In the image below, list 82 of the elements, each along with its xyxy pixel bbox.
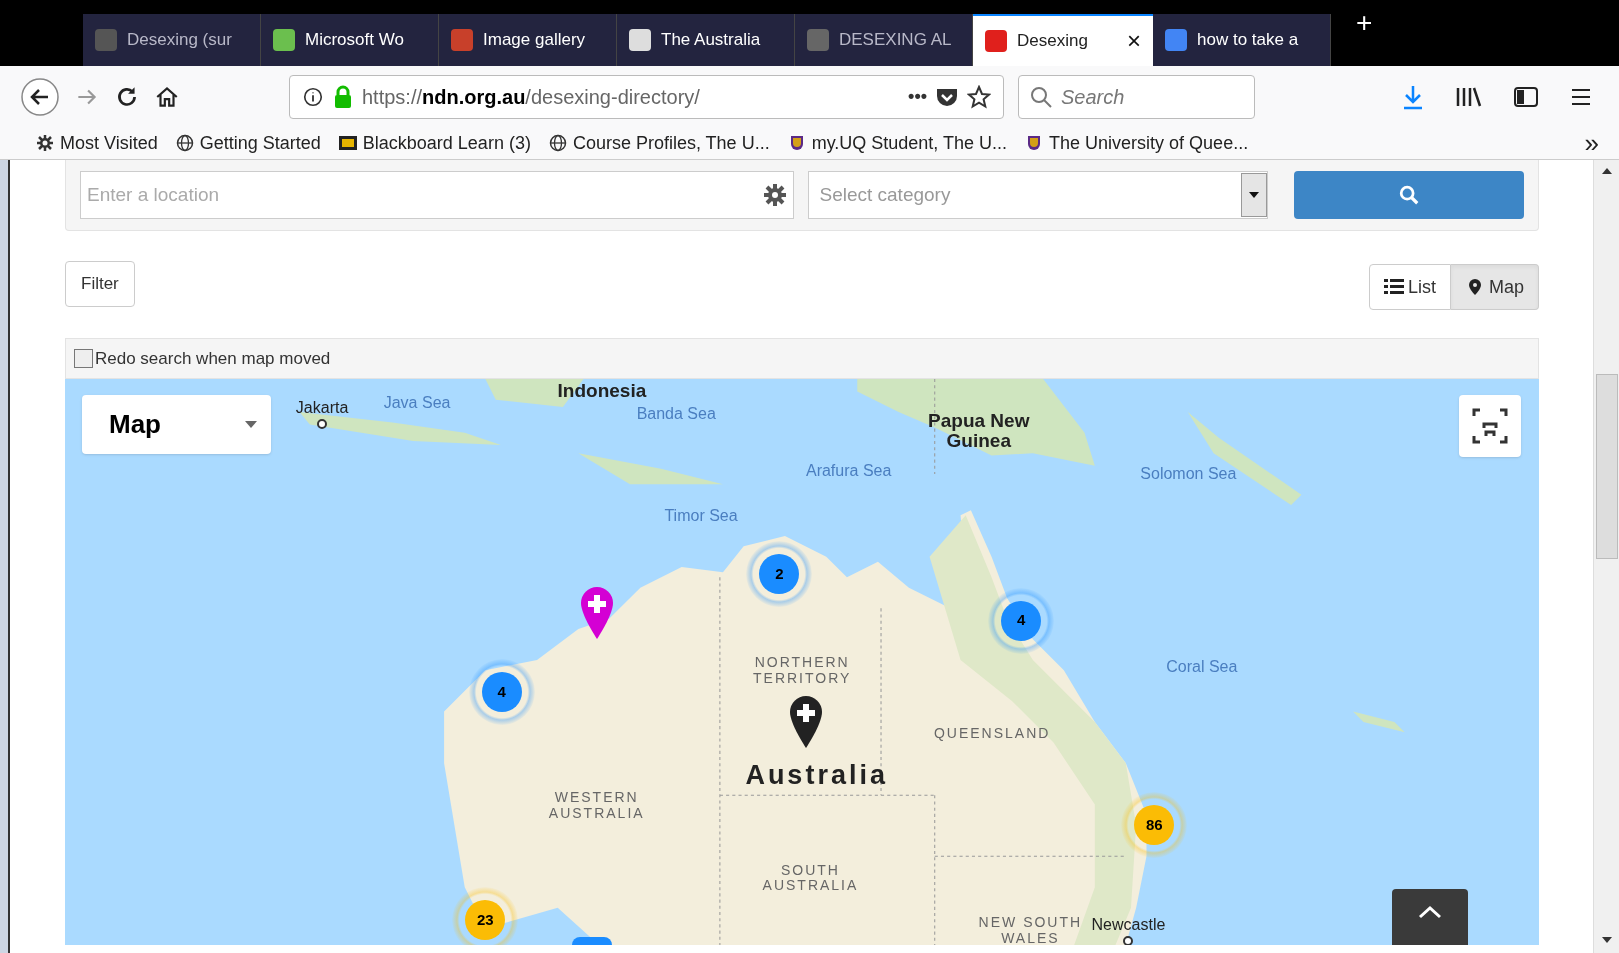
bookmark-link[interactable]: my.UQ Student, The U... (811, 129, 1008, 157)
caret-icon (245, 421, 257, 428)
region-label: QUEENSLAND (932, 726, 1052, 742)
lock-icon (332, 84, 354, 109)
sidebar-icon[interactable] (1513, 84, 1539, 109)
browser-tab[interactable]: Image gallery (439, 14, 617, 66)
sea-label: Solomon Sea (1140, 464, 1237, 484)
gear-icon (36, 134, 54, 152)
sea-label: Arafura Sea (805, 460, 892, 481)
country-label: Papua New Guinea (927, 410, 1031, 451)
browser-tab[interactable]: Desexing (sur (83, 14, 261, 66)
star-icon[interactable] (967, 84, 991, 109)
map-type-dropdown[interactable]: Map (82, 395, 271, 454)
tab-title: DESEXING AL (839, 29, 953, 52)
tab-title: how to take a (1197, 29, 1300, 52)
bookmark-link[interactable]: Course Profiles, The U... (572, 129, 770, 157)
search-icon (1029, 84, 1053, 109)
scrollbar[interactable] (1593, 160, 1619, 953)
page-actions-button[interactable]: ••• (908, 83, 927, 110)
cluster-marker[interactable]: 4 (988, 587, 1055, 654)
bookmark-link[interactable]: Getting Started (199, 129, 321, 157)
cluster-marker[interactable]: 86 (1121, 792, 1188, 859)
close-tab-button[interactable]: × (1127, 29, 1141, 53)
city-label: Newcastle (1091, 915, 1166, 936)
tab-title: The Australia (661, 29, 762, 52)
chevron-up-icon (1418, 905, 1442, 919)
search-field[interactable]: Search (1018, 74, 1255, 119)
scroll-up-icon[interactable] (1601, 168, 1612, 174)
browser-tab[interactable]: The Australia (617, 14, 795, 66)
cluster-marker[interactable]: 2 (746, 541, 813, 608)
url-text: https://ndn.org.au/desexing-directory/ (362, 84, 701, 110)
filter-button[interactable]: Filter (65, 261, 135, 307)
search-icon (1397, 184, 1420, 206)
browser-tab[interactable]: Microsoft Wo (261, 14, 439, 66)
region-label: SOUTH AUSTRALIA (761, 862, 860, 894)
bookmark-link[interactable]: Blackboard Learn (3) (362, 129, 531, 157)
search-input[interactable]: Search (1061, 81, 1241, 112)
location-input[interactable]: Enter a location (87, 180, 764, 210)
location-field[interactable]: Enter a location (80, 171, 795, 219)
tab-title: Desexing (sur (127, 29, 233, 52)
back-to-top-button[interactable] (1392, 889, 1468, 945)
city-label: Jakarta (295, 397, 349, 418)
country-label: Indonesia (556, 381, 648, 402)
globe-icon (548, 134, 567, 152)
bookmark-link[interactable]: The University of Quee... (1049, 129, 1249, 157)
sea-label: Banda Sea (636, 404, 716, 425)
blackboard-logo-icon (338, 134, 357, 152)
tab-title: Desexing (1017, 30, 1089, 53)
browser-tab[interactable]: Desexing × (973, 14, 1153, 66)
settings-icon[interactable] (763, 183, 788, 207)
tab-title: Image gallery (483, 29, 587, 52)
browser-tab[interactable]: how to take a (1153, 14, 1331, 66)
sea-label: Timor Sea (664, 506, 738, 527)
region-label: NORTHERN TERRITORY (752, 654, 853, 686)
new-tab-button[interactable]: + (1356, 2, 1373, 44)
fullscreen-icon (1470, 406, 1510, 446)
checkbox[interactable] (74, 349, 93, 368)
globe-icon (175, 134, 194, 152)
address-bar[interactable]: https://ndn.org.au/desexing-directory/ ••• (289, 74, 1004, 119)
fullscreen-button[interactable] (1459, 395, 1521, 457)
cluster-marker[interactable] (571, 937, 612, 945)
region-label: WESTERN AUSTRALIA (547, 790, 646, 821)
cluster-marker[interactable]: 23 (452, 887, 519, 945)
cluster-marker[interactable]: 4 (468, 658, 535, 725)
map-pin-icon[interactable] (789, 694, 824, 749)
back-icon[interactable] (20, 76, 60, 117)
browser-tab[interactable]: DESEXING AL (795, 14, 973, 66)
view-toggle-button[interactable]: List (1368, 264, 1451, 310)
checkbox-label: Redo search when map moved (95, 347, 331, 370)
info-icon[interactable] (302, 85, 324, 108)
scroll-down-icon[interactable] (1601, 937, 1612, 943)
download-icon[interactable] (1401, 83, 1425, 110)
view-toggle-button[interactable]: Map (1451, 264, 1539, 310)
continent-label: Australia (745, 759, 888, 793)
list-icon (1383, 278, 1404, 296)
region-label: NEW SOUTH WALES (977, 914, 1084, 945)
tab-title: Microsoft Wo (305, 29, 405, 52)
sea-label: Coral Sea (1166, 657, 1238, 678)
bookmark-link[interactable]: Most Visited (60, 129, 158, 157)
sea-label: Java Sea (383, 392, 451, 413)
more-bookmarks-button[interactable]: » (1584, 130, 1599, 156)
scrollbar-thumb[interactable] (1595, 374, 1618, 559)
